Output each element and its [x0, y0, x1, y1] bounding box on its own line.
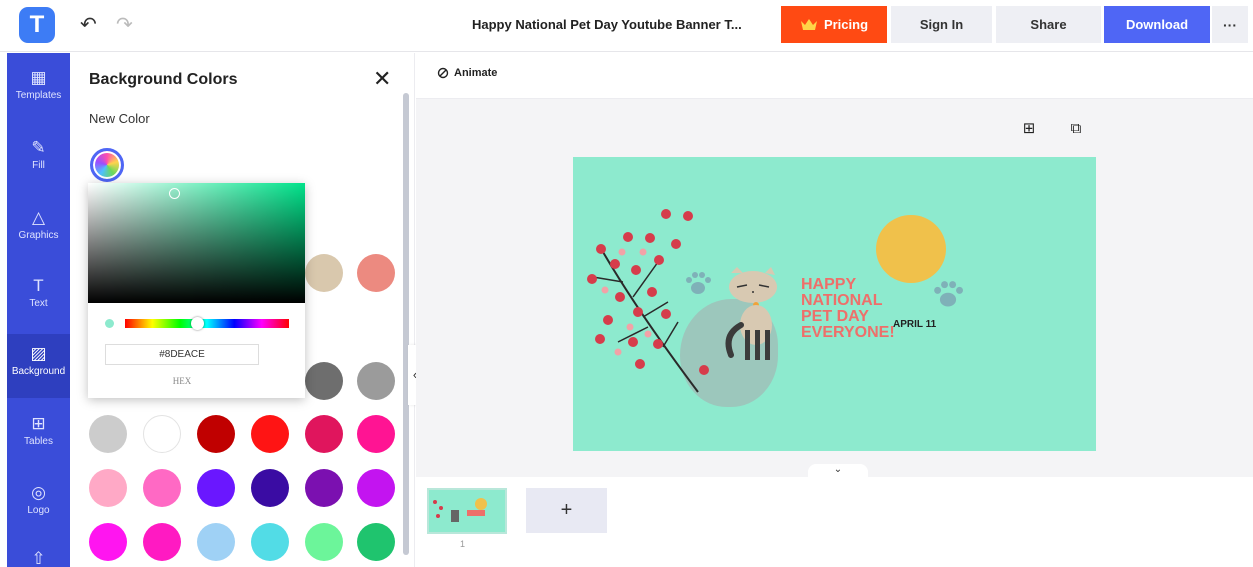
- document-title[interactable]: Happy National Pet Day Youtube Banner T.…: [472, 17, 742, 32]
- table-icon: ⊞: [31, 414, 46, 433]
- color-swatch[interactable]: [357, 254, 395, 292]
- headline-line: PET DAY: [801, 308, 869, 325]
- sidebar-item-upload[interactable]: ⇧: [7, 543, 70, 567]
- pricing-label: Pricing: [823, 17, 869, 32]
- color-swatch[interactable]: [143, 415, 181, 453]
- sidebar-item-label: Text: [29, 298, 48, 309]
- color-swatch[interactable]: [357, 469, 395, 507]
- headline-line: EVERYONE!: [801, 324, 895, 341]
- page-thumbnail[interactable]: [427, 488, 507, 534]
- color-swatch[interactable]: [89, 469, 127, 507]
- color-swatch[interactable]: [89, 523, 127, 561]
- sidebar-item-label: Background: [11, 366, 66, 377]
- panel-scrollbar-thumb[interactable]: [403, 93, 409, 555]
- sidebar-item-logo[interactable]: ◎ Logo: [7, 473, 70, 537]
- sidebar-item-label: Tables: [24, 436, 53, 447]
- color-swatch[interactable]: [305, 362, 343, 400]
- color-swatch[interactable]: [197, 523, 235, 561]
- sign-in-button[interactable]: Sign In: [891, 6, 992, 43]
- text-icon: T: [33, 276, 44, 295]
- new-color-swatch[interactable]: [90, 148, 124, 182]
- paw-print-icon: [686, 272, 711, 294]
- color-swatch[interactable]: [143, 469, 181, 507]
- animate-button[interactable]: Animate: [437, 67, 497, 79]
- color-swatch[interactable]: [305, 523, 343, 561]
- collapse-pages-button[interactable]: ⌄: [808, 464, 868, 478]
- date-text[interactable]: APRIL 11: [893, 319, 936, 330]
- logo-icon: ◎: [31, 483, 46, 502]
- sidebar-item-label: Fill: [32, 160, 45, 171]
- sun-circle[interactable]: [876, 215, 946, 283]
- hue-slider[interactable]: [125, 319, 289, 328]
- sidebar-item-templates[interactable]: ▦ Templates: [7, 58, 70, 122]
- sidebar-item-fill[interactable]: ✎ Fill: [7, 128, 70, 192]
- pricing-button[interactable]: Pricing: [781, 6, 887, 43]
- paw-print-icon: [934, 281, 963, 307]
- sidebar-item-label: Graphics: [18, 230, 59, 241]
- top-bar: T ↶ ↷ Happy National Pet Day Youtube Ban…: [0, 0, 1253, 52]
- download-button[interactable]: Download: [1104, 6, 1210, 43]
- redo-icon[interactable]: ↷: [116, 14, 133, 36]
- color-picker-popover: HEX: [88, 183, 305, 398]
- headline-line: HAPPY: [801, 276, 857, 293]
- page-number: 1: [460, 539, 466, 549]
- add-element-icon[interactable]: ⊞: [1020, 120, 1038, 138]
- upload-icon: ⇧: [31, 549, 46, 567]
- color-swatch[interactable]: [305, 469, 343, 507]
- crown-icon: [800, 18, 817, 30]
- sidebar-item-tables[interactable]: ⊞ Tables: [7, 404, 70, 468]
- color-swatch[interactable]: [89, 415, 127, 453]
- sidebar-item-background[interactable]: ▨ Background: [7, 334, 70, 398]
- share-button[interactable]: Share: [996, 6, 1101, 43]
- pencil-icon: ✎: [31, 138, 46, 157]
- templates-icon: ▦: [30, 68, 47, 87]
- color-swatch[interactable]: [143, 523, 181, 561]
- new-color-label: New Color: [89, 111, 150, 126]
- page-thumbnail-preview: [433, 498, 487, 522]
- animate-icon: [437, 67, 449, 79]
- flower-branch-illustration[interactable]: [578, 202, 718, 402]
- design-canvas[interactable]: HAPPY NATIONAL PET DAY EVERYONE! APRIL 1…: [573, 157, 1096, 451]
- hue-slider-handle[interactable]: [191, 317, 205, 330]
- hex-label: HEX: [172, 376, 192, 386]
- app-logo[interactable]: T: [19, 7, 55, 43]
- color-swatch[interactable]: [197, 469, 235, 507]
- canvas-toolbar: [416, 53, 1253, 99]
- color-swatch[interactable]: [305, 415, 343, 453]
- animate-label: Animate: [454, 67, 498, 79]
- cat-illustration[interactable]: [723, 265, 793, 365]
- color-swatch[interactable]: [251, 523, 289, 561]
- color-swatch[interactable]: [305, 254, 343, 292]
- saturation-handle[interactable]: [169, 188, 180, 199]
- sidebar-item-graphics[interactable]: △ Graphics: [7, 198, 70, 262]
- current-color-dot: [105, 319, 114, 328]
- sidebar-item-label: Logo: [27, 505, 50, 516]
- add-page-button[interactable]: +: [526, 488, 607, 533]
- color-swatch[interactable]: [357, 415, 395, 453]
- left-sidebar: ▦ Templates ✎ Fill △ Graphics T Text ▨ B…: [7, 53, 70, 567]
- duplicate-icon[interactable]: ⧉: [1067, 120, 1085, 138]
- hex-input[interactable]: [105, 344, 259, 365]
- undo-icon[interactable]: ↶: [80, 14, 97, 36]
- sidebar-item-label: Templates: [15, 90, 62, 101]
- panel-title: Background Colors: [89, 71, 238, 88]
- saturation-field[interactable]: [88, 183, 305, 303]
- color-swatch[interactable]: [357, 523, 395, 561]
- shapes-icon: △: [31, 208, 46, 227]
- close-icon[interactable]: ✕: [373, 68, 391, 90]
- color-swatch[interactable]: [357, 362, 395, 400]
- headline-text[interactable]: HAPPY NATIONAL PET DAY EVERYONE!: [801, 277, 895, 341]
- background-icon: ▨: [30, 344, 47, 363]
- color-swatch[interactable]: [197, 415, 235, 453]
- color-swatch[interactable]: [251, 469, 289, 507]
- sidebar-item-text[interactable]: T Text: [7, 266, 70, 330]
- headline-line: NATIONAL: [801, 292, 883, 309]
- more-options-button[interactable]: ···: [1212, 6, 1248, 43]
- color-swatch[interactable]: [251, 415, 289, 453]
